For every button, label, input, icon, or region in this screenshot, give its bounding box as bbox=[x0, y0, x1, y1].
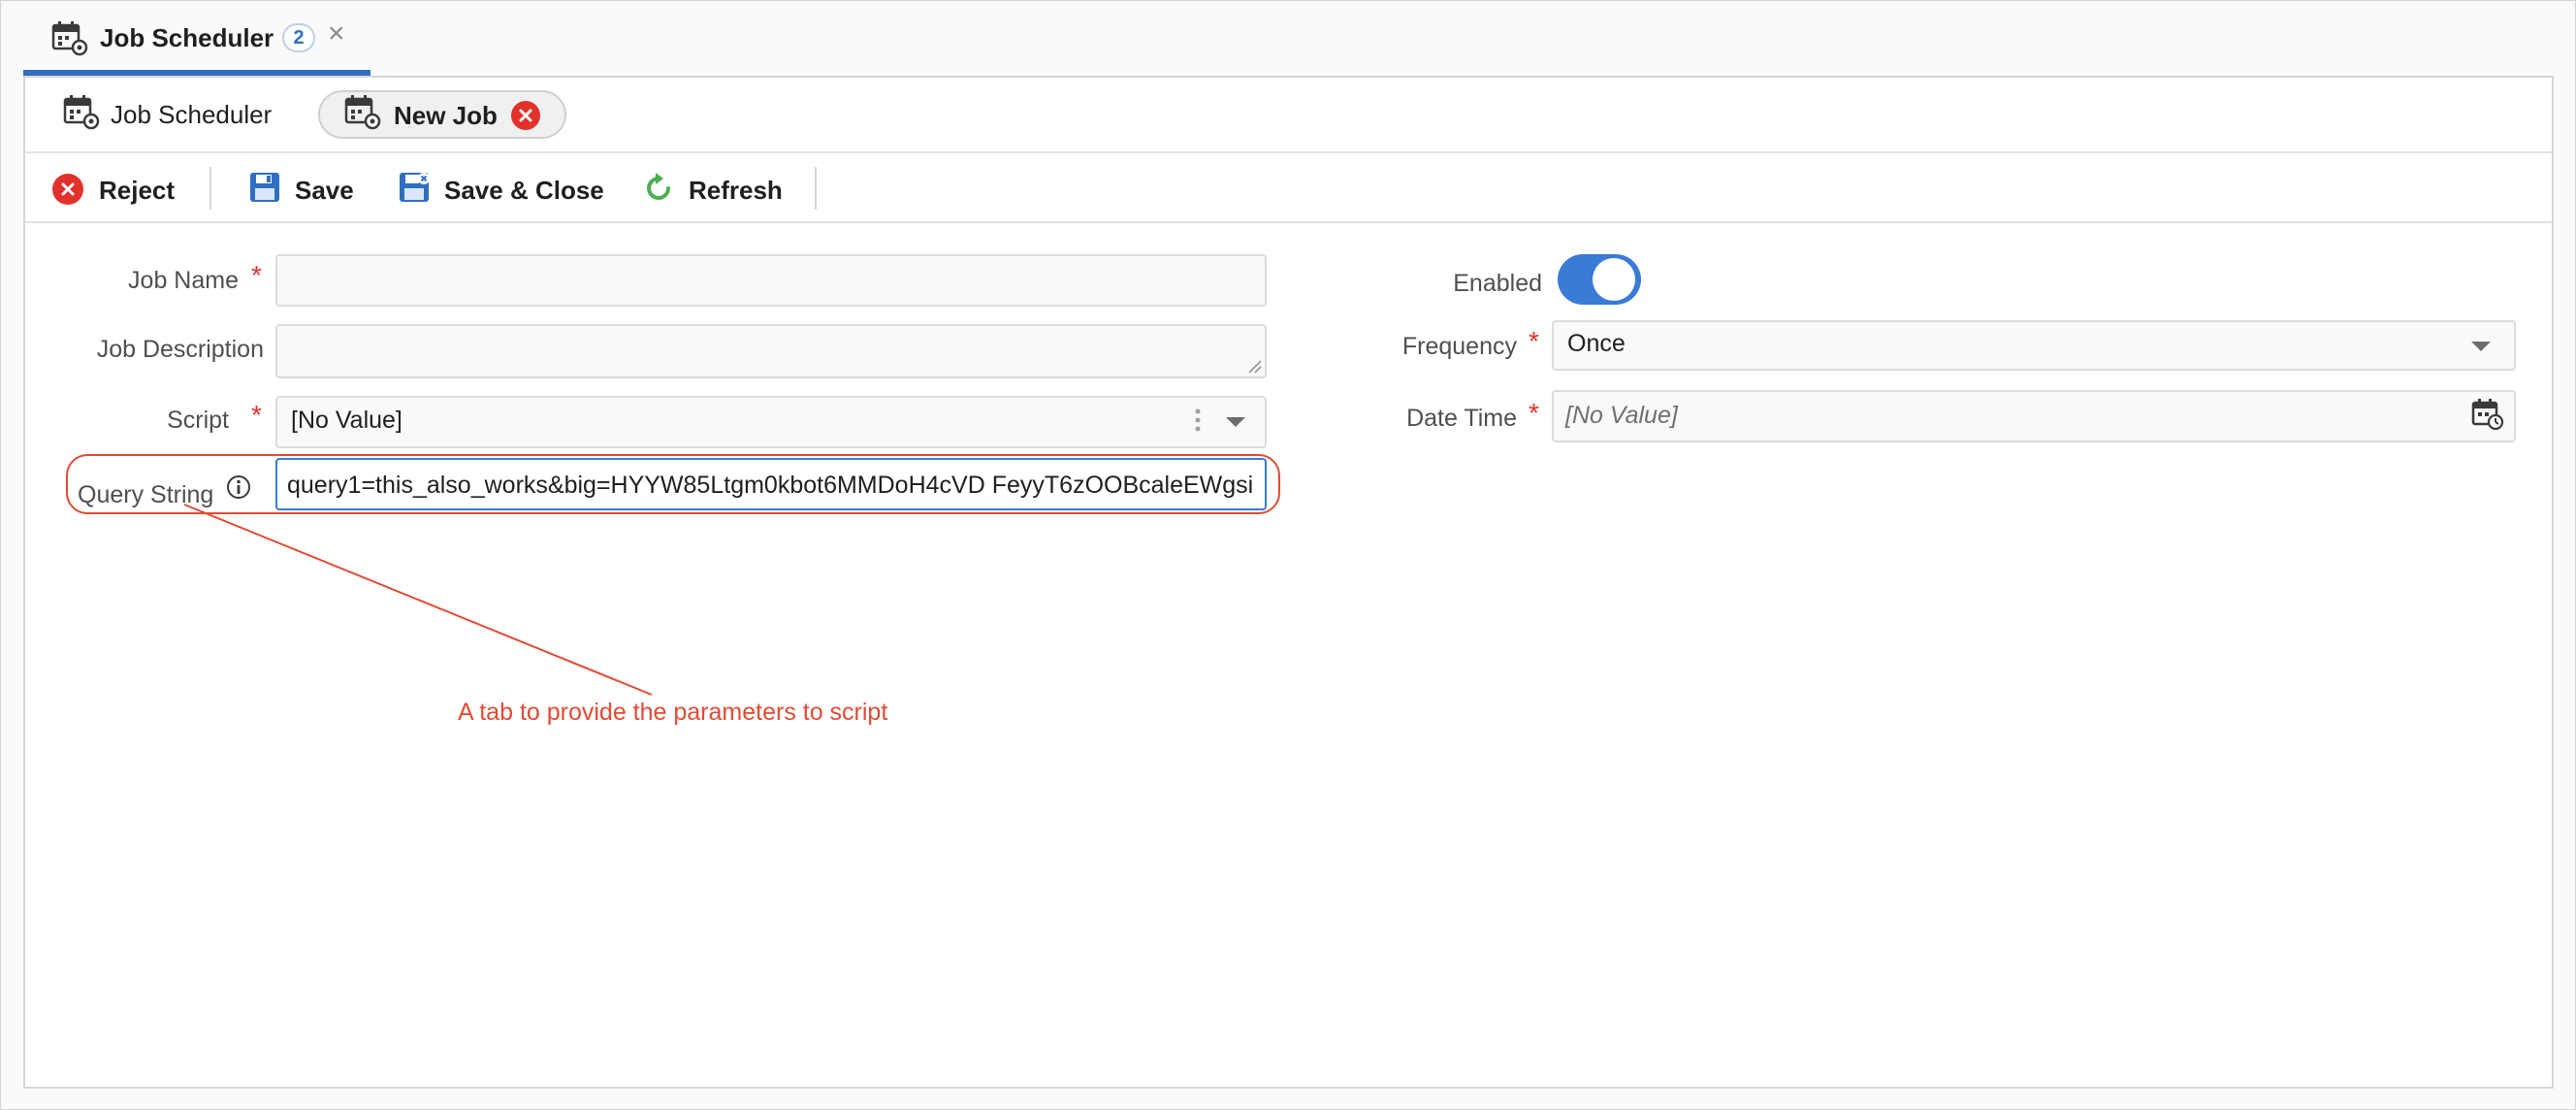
main-panel bbox=[23, 76, 2554, 1089]
frequency-select[interactable] bbox=[1552, 320, 2516, 371]
close-icon[interactable]: × bbox=[328, 19, 345, 49]
vertical-dots-icon[interactable] bbox=[1193, 408, 1203, 433]
save-and-close-button[interactable]: Save & Close bbox=[444, 176, 604, 206]
script-label: Script bbox=[167, 407, 229, 434]
calendar-clock-icon[interactable] bbox=[2471, 398, 2504, 431]
document-tab-title: Job Scheduler bbox=[100, 23, 274, 52]
enabled-label: Enabled bbox=[1453, 270, 1542, 297]
required-marker: * bbox=[1529, 398, 1539, 428]
reject-button[interactable]: Reject bbox=[99, 176, 175, 206]
save-close-icon[interactable] bbox=[398, 171, 431, 204]
calendar-gear-icon bbox=[63, 95, 100, 130]
query-string-value: query1=this_also_works&big=HYYW85Ltgm0kb… bbox=[287, 472, 1254, 499]
query-string-label: Query String bbox=[78, 481, 214, 508]
tab-job-scheduler[interactable]: Job Scheduler bbox=[111, 100, 272, 130]
frequency-selected-value: Once bbox=[1567, 330, 1626, 357]
refresh-icon[interactable] bbox=[642, 172, 675, 205]
date-time-placeholder: [No Value] bbox=[1565, 402, 1678, 429]
toolbar-divider bbox=[209, 167, 211, 210]
required-marker: * bbox=[251, 400, 262, 430]
chevron-down-icon[interactable] bbox=[2471, 342, 2491, 351]
tab-new-job-label: New Job bbox=[394, 101, 498, 130]
calendar-gear-icon bbox=[51, 21, 88, 56]
annotation-text: A tab to provide the parameters to scrip… bbox=[458, 699, 888, 726]
close-tab-icon[interactable] bbox=[511, 101, 540, 130]
calendar-gear-icon bbox=[344, 95, 381, 130]
job-description-label: Job Description bbox=[96, 336, 264, 363]
script-selected-value: [No Value] bbox=[291, 407, 402, 434]
required-marker: * bbox=[1529, 326, 1539, 356]
toggle-knob bbox=[1593, 258, 1635, 301]
chevron-down-icon[interactable] bbox=[1226, 417, 1245, 427]
save-icon[interactable] bbox=[248, 171, 281, 204]
date-time-input[interactable] bbox=[1552, 390, 2516, 442]
job-name-input[interactable] bbox=[275, 254, 1267, 307]
save-button[interactable]: Save bbox=[295, 176, 354, 206]
job-description-textarea[interactable] bbox=[275, 324, 1267, 378]
required-marker: * bbox=[251, 260, 262, 290]
info-icon[interactable] bbox=[226, 474, 251, 500]
toolbar-divider bbox=[815, 167, 817, 210]
refresh-button[interactable]: Refresh bbox=[689, 176, 783, 206]
document-tab-count-badge: 2 bbox=[282, 23, 315, 52]
script-select[interactable] bbox=[275, 396, 1267, 448]
reject-icon[interactable] bbox=[52, 174, 83, 205]
date-time-label: Date Time bbox=[1406, 405, 1517, 432]
resize-handle-icon[interactable] bbox=[1247, 359, 1263, 375]
frequency-label: Frequency bbox=[1401, 333, 1517, 360]
job-name-label: Job Name bbox=[128, 267, 239, 294]
